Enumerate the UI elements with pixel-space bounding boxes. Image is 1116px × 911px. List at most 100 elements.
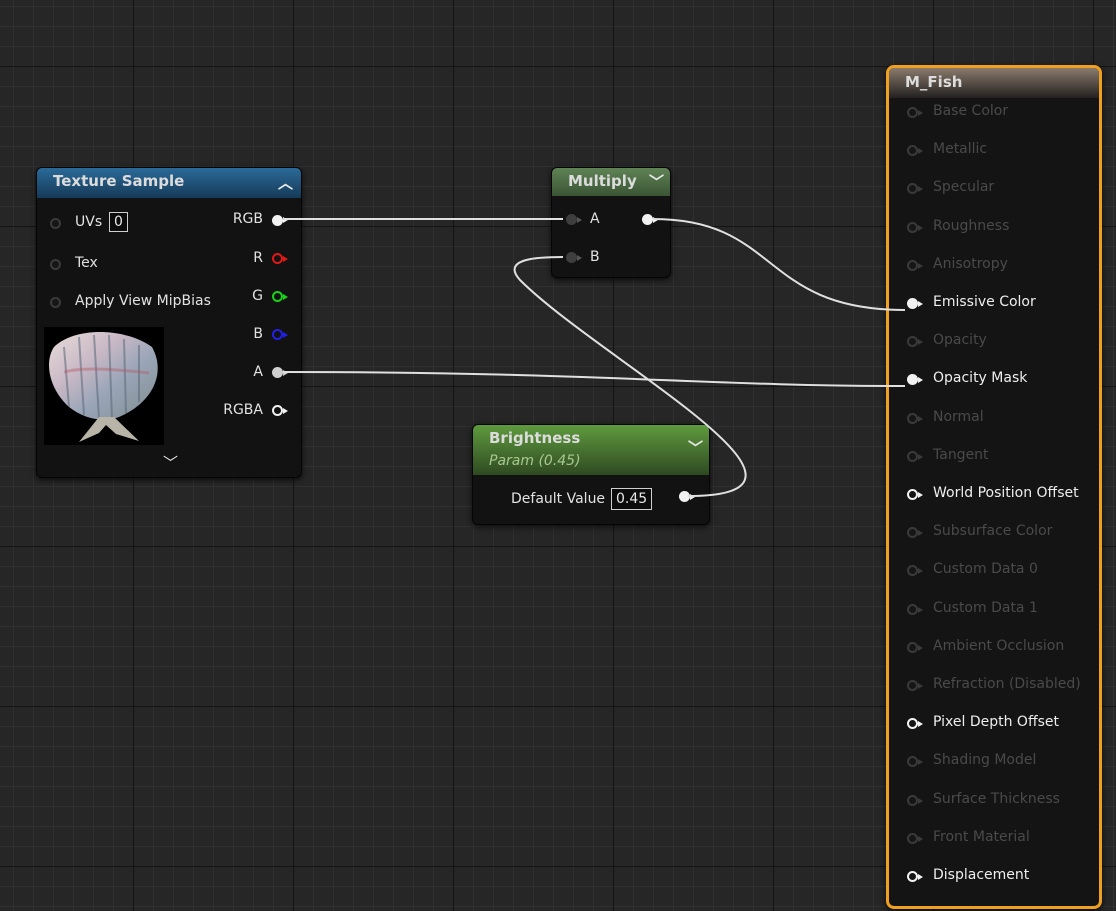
material-input-pin[interactable] — [907, 183, 918, 195]
material-pin-label: Custom Data 1 — [933, 599, 1038, 616]
multiply-b-arrow-icon — [577, 255, 582, 261]
multiply-output-arrow-icon — [653, 217, 658, 223]
material-input-pin[interactable] — [907, 832, 918, 844]
material-result-node[interactable]: M_Fish Base Color Metallic Specular Roughne… — [886, 65, 1102, 909]
default-value-field[interactable]: 0.45 — [611, 488, 653, 510]
multiply-node[interactable]: Multiply ﹀ A B — [551, 167, 671, 278]
b-output-pin[interactable] — [272, 329, 283, 340]
a-output-label: A — [253, 364, 263, 380]
texture-sample-title: Texture Sample — [53, 172, 185, 190]
material-input-pin[interactable] — [907, 871, 918, 882]
material-pin-row[interactable]: Tangent — [889, 446, 1099, 468]
material-pin-row[interactable]: Front Material — [889, 828, 1099, 850]
g-arrow-icon — [283, 294, 288, 300]
multiply-header[interactable]: Multiply ﹀ — [552, 168, 670, 196]
texture-sample-node[interactable]: Texture Sample ︿ UVs 0 Tex Apply View Mi… — [36, 167, 302, 478]
brightness-output-arrow-icon — [690, 494, 695, 500]
material-pin-label: Opacity — [933, 332, 987, 349]
material-pin-row[interactable]: Displacement — [889, 866, 1099, 888]
material-input-pin[interactable] — [907, 794, 918, 806]
material-pin-arrow-icon — [918, 492, 923, 498]
wire-alpha-to-opacity-mask[interactable] — [282, 371, 906, 387]
material-pin-row[interactable]: Normal — [889, 408, 1099, 430]
material-input-pin[interactable] — [907, 145, 918, 157]
material-header[interactable]: M_Fish — [889, 68, 1099, 98]
material-pin-row[interactable]: Custom Data 1 — [889, 599, 1099, 621]
material-input-pin[interactable] — [907, 489, 918, 500]
material-pin-label: Base Color — [933, 103, 1009, 119]
material-input-pin[interactable] — [907, 374, 918, 386]
rgb-output-pin[interactable] — [272, 215, 283, 226]
material-pin-row[interactable]: World Position Offset — [889, 484, 1099, 506]
material-input-pin[interactable] — [907, 527, 918, 539]
material-input-pin[interactable] — [907, 641, 918, 653]
material-pin-label: Refraction (Disabled) — [933, 676, 1081, 692]
collapse-chevron-up-icon[interactable]: ︿ — [278, 172, 293, 193]
material-pin-arrow-icon — [918, 606, 923, 613]
material-pin-row[interactable]: Subsurface Color — [889, 522, 1099, 544]
wire-multiply-to-emissive[interactable] — [652, 218, 906, 311]
material-pin-arrow-icon — [918, 148, 923, 155]
material-input-pin[interactable] — [907, 450, 918, 462]
material-pin-row[interactable]: Custom Data 0 — [889, 560, 1099, 582]
material-pin-row[interactable]: Opacity Mask — [889, 369, 1099, 391]
a-output-pin[interactable] — [272, 367, 283, 378]
material-pin-row[interactable]: Opacity — [889, 331, 1099, 353]
uvs-value-field[interactable]: 0 — [109, 212, 128, 232]
g-output-pin[interactable] — [272, 291, 283, 302]
brightness-node[interactable]: Brightness Param (0.45) ﹀ Default Value … — [472, 424, 710, 525]
material-input-pin[interactable] — [907, 718, 918, 730]
material-title: M_Fish — [905, 73, 963, 91]
tex-input-pin[interactable] — [50, 259, 61, 270]
material-pin-label: Shading Model — [933, 752, 1037, 769]
r-output-pin[interactable] — [272, 253, 283, 264]
a-arrow-icon — [283, 370, 288, 376]
multiply-b-input-pin[interactable] — [566, 252, 577, 263]
material-pin-label: Opacity Mask — [933, 370, 1028, 387]
material-input-pin[interactable] — [907, 336, 918, 348]
material-input-pin[interactable] — [907, 221, 918, 233]
material-pin-row[interactable]: Surface Thickness — [889, 790, 1099, 812]
material-pin-row[interactable]: Refraction (Disabled) — [889, 675, 1099, 697]
material-pin-label: Tangent — [933, 446, 989, 463]
material-pin-label: Ambient Occlusion — [933, 637, 1065, 654]
uvs-input-pin[interactable] — [50, 218, 61, 229]
material-pin-row[interactable]: Pixel Depth Offset — [889, 713, 1099, 735]
multiply-chevron-down-icon[interactable]: ﹀ — [649, 171, 664, 192]
multiply-a-input-pin[interactable] — [566, 214, 577, 225]
material-pin-arrow-icon — [918, 759, 923, 766]
brightness-chevron-down-icon[interactable]: ﹀ — [688, 437, 703, 458]
material-input-pin[interactable] — [907, 603, 918, 615]
material-pin-row[interactable]: Roughness — [889, 217, 1099, 239]
material-pin-row[interactable]: Emissive Color — [889, 293, 1099, 315]
material-pin-row[interactable]: Ambient Occlusion — [889, 637, 1099, 659]
material-input-pin[interactable] — [907, 680, 918, 691]
material-input-pin[interactable] — [907, 107, 918, 118]
material-input-pin[interactable] — [907, 756, 918, 768]
brightness-header[interactable]: Brightness Param (0.45) ﹀ — [473, 425, 709, 475]
material-pin-label: Displacement — [933, 867, 1030, 883]
mipbias-input-pin[interactable] — [50, 297, 61, 308]
material-pin-row[interactable]: Anisotropy — [889, 255, 1099, 277]
rgba-output-pin[interactable] — [272, 405, 283, 416]
material-input-pin[interactable] — [907, 565, 918, 577]
rgb-output-label: RGB — [232, 211, 263, 227]
material-input-pin[interactable] — [907, 259, 918, 271]
material-pin-label: Specular — [933, 179, 995, 196]
expand-chevron-down-icon[interactable]: ﹀ — [163, 452, 178, 473]
brightness-output-pin[interactable] — [679, 491, 690, 502]
texture-sample-header[interactable]: Texture Sample ︿ — [37, 168, 301, 198]
material-input-pin[interactable] — [907, 298, 918, 309]
material-pin-label: Subsurface Color — [933, 523, 1053, 540]
material-input-pin[interactable] — [907, 412, 918, 424]
material-pin-arrow-icon — [918, 530, 923, 537]
material-pin-row[interactable]: Shading Model — [889, 751, 1099, 773]
material-pin-row[interactable]: Base Color — [889, 102, 1099, 124]
material-pin-row[interactable]: Specular — [889, 178, 1099, 200]
multiply-output-pin[interactable] — [642, 214, 653, 225]
material-pin-arrow-icon — [918, 721, 923, 728]
material-pin-arrow-icon — [918, 797, 923, 804]
material-pin-label: Pixel Depth Offset — [933, 714, 1059, 731]
material-pin-row[interactable]: Metallic — [889, 140, 1099, 162]
material-pin-arrow-icon — [918, 644, 923, 651]
